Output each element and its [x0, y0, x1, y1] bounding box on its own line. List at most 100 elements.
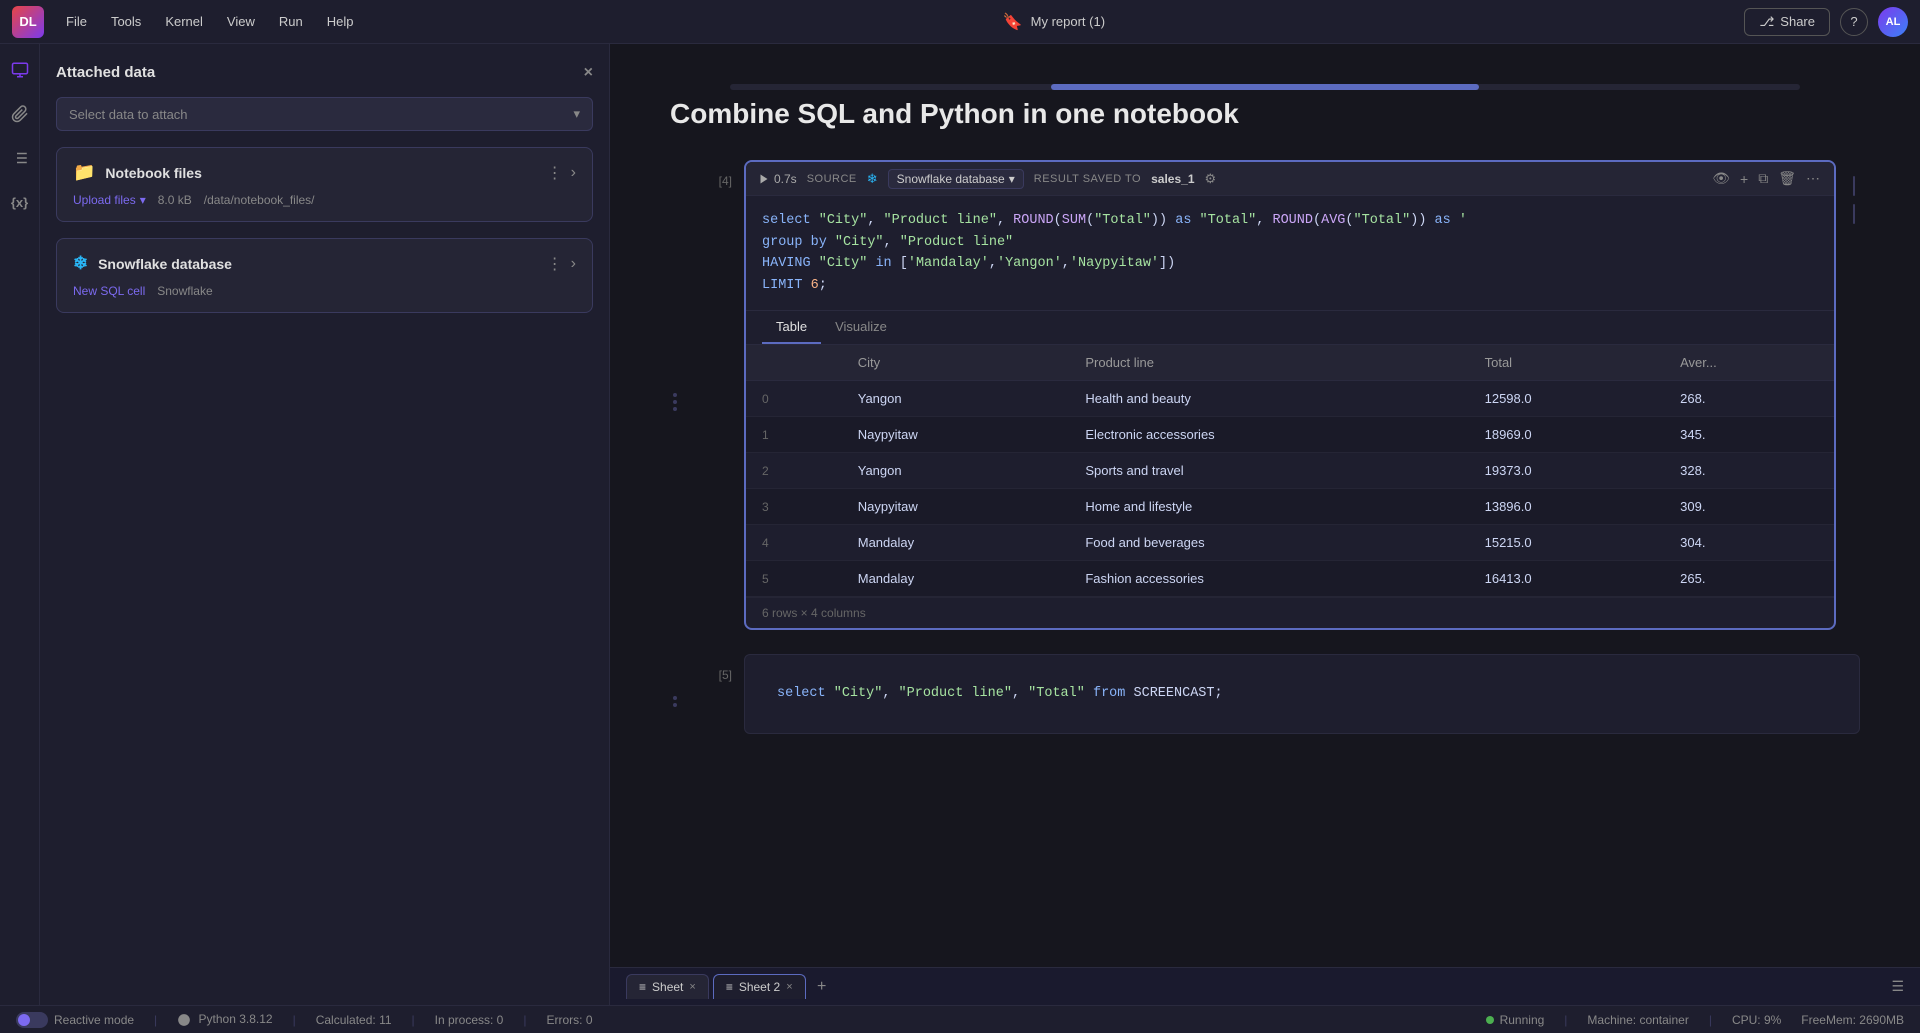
panel-close-button[interactable]: ×	[584, 65, 593, 81]
menubar: DL File Tools Kernel View Run Help 🔖 My …	[0, 0, 1920, 44]
row-num: 0	[746, 381, 842, 417]
panel-title: Attached data	[56, 64, 155, 81]
cell-aver: 304.	[1664, 525, 1834, 561]
tab-table[interactable]: Table	[762, 311, 821, 344]
reactive-mode-toggle[interactable]	[16, 1012, 48, 1028]
cell-city: Yangon	[842, 381, 1070, 417]
grip-dot	[673, 696, 677, 700]
status-right: Running | Machine: container | CPU: 9% F…	[1486, 1013, 1904, 1027]
grip-dot	[673, 400, 677, 404]
notebook-files-menu-button[interactable]: ⋮	[547, 163, 563, 183]
app-logo[interactable]: DL	[12, 6, 44, 38]
cell-5-code[interactable]: select "City", "Product line", "Total" f…	[761, 669, 1843, 719]
avatar[interactable]: AL	[1878, 7, 1908, 37]
delete-icon[interactable]: 🗑	[1776, 168, 1798, 189]
menu-kernel[interactable]: Kernel	[155, 10, 213, 33]
table-row: 1 Naypyitaw Electronic accessories 18969…	[746, 417, 1834, 453]
sidebar-data-icon[interactable]	[6, 56, 34, 84]
cell-5: [5] select "City", "Product line", "Tota…	[670, 654, 1860, 734]
plain-cell-5[interactable]: select "City", "Product line", "Total" f…	[744, 654, 1860, 734]
running-label: Running	[1500, 1013, 1545, 1027]
sidebar-paperclip-icon[interactable]	[6, 100, 34, 128]
table-row: 0 Yangon Health and beauty 12598.0 268.	[746, 381, 1834, 417]
sql-cell-4: 0.7s SOURCE ❄ Snowflake database ▾ RESUL…	[744, 160, 1836, 630]
tab-sheet-1[interactable]: ≡ Sheet ×	[626, 974, 709, 999]
menubar-right: ⎇ Share ? AL	[1744, 7, 1908, 37]
source-chip[interactable]: Snowflake database ▾	[888, 169, 1024, 189]
menu-help[interactable]: Help	[317, 10, 364, 33]
cell-4-code[interactable]: select "City", "Product line", ROUND(SUM…	[746, 196, 1834, 310]
snowflake-title: ❄ Snowflake database	[73, 253, 232, 274]
sheet-1-close-button[interactable]: ×	[689, 981, 695, 993]
upload-files-button[interactable]: Upload files ▾	[73, 193, 146, 207]
menu-file[interactable]: File	[56, 10, 97, 33]
snowflake-source: Snowflake	[157, 284, 212, 298]
snowflake-icon: ❄	[73, 253, 88, 274]
help-button[interactable]: ?	[1840, 8, 1868, 36]
copy-icon[interactable]: ⧉	[1756, 168, 1770, 189]
notebook-files-header: 📁 Notebook files ⋮ ›	[73, 162, 576, 183]
left-panel: Attached data × Select data to attach ▾ …	[40, 44, 610, 1005]
cell-4-toolbar: 0.7s SOURCE ❄ Snowflake database ▾ RESUL…	[746, 162, 1834, 196]
notebook-files-card: 📁 Notebook files ⋮ › Upload files ▾ 8.0 …	[56, 147, 593, 222]
file-size: 8.0 kB	[158, 193, 192, 207]
share-icon: ⎇	[1759, 14, 1774, 30]
status-bar: Reactive mode | Python 3.8.12 | Calculat…	[0, 1005, 1920, 1033]
new-sql-button[interactable]: New SQL cell	[73, 284, 145, 298]
run-button[interactable]: 0.7s	[758, 172, 797, 186]
toggle-knob	[18, 1014, 30, 1026]
cell-city: Mandalay	[842, 525, 1070, 561]
cell-city: Naypyitaw	[842, 417, 1070, 453]
cell-4-grip[interactable]	[670, 160, 680, 630]
row-num: 2	[746, 453, 842, 489]
share-button[interactable]: ⎇ Share	[1744, 8, 1830, 36]
cell-aver: 265.	[1664, 561, 1834, 597]
data-source-select[interactable]: Select data to attach ▾	[56, 97, 593, 131]
menu-run[interactable]: Run	[269, 10, 313, 33]
cell-5-grip[interactable]	[670, 654, 680, 734]
report-title: My report (1)	[1031, 14, 1105, 29]
cell-aver: 328.	[1664, 453, 1834, 489]
sheet-2-close-button[interactable]: ×	[786, 981, 792, 993]
cell-total: 13896.0	[1469, 489, 1665, 525]
menu-tools[interactable]: Tools	[101, 10, 151, 33]
horizontal-scrollbar[interactable]	[730, 84, 1800, 90]
cell-4-wrapper: [4] 0.7s SOURCE ❄	[670, 160, 1860, 630]
cell-product-line: Fashion accessories	[1069, 561, 1468, 597]
cell-aver: 345.	[1664, 417, 1834, 453]
folder-icon: 📁	[73, 162, 95, 183]
sidebar-variable-icon[interactable]: {x}	[6, 188, 34, 216]
cpu-label: CPU: 9%	[1732, 1013, 1781, 1027]
col-header-product-line: Product line	[1069, 345, 1468, 381]
sheets-menu-icon[interactable]: ☰	[1891, 978, 1904, 995]
cell-city: Naypyitaw	[842, 489, 1070, 525]
snowflake-meta: New SQL cell Snowflake	[73, 284, 576, 298]
sidebar-list-icon[interactable]	[6, 144, 34, 172]
grip-handle-top[interactable]	[1853, 176, 1855, 196]
add-sheet-button[interactable]: +	[810, 975, 834, 999]
cell-4-number: [4]	[692, 160, 732, 630]
result-name: sales_1	[1151, 172, 1194, 186]
snowflake-card: ❄ Snowflake database ⋮ › New SQL cell Sn…	[56, 238, 593, 313]
grip-handle-bottom[interactable]	[1853, 204, 1855, 224]
bottom-tabs: ≡ Sheet × ≡ Sheet 2 × + ☰	[610, 967, 1920, 1005]
tab-sheet-2[interactable]: ≡ Sheet 2 ×	[713, 974, 806, 999]
python-version: Python 3.8.12	[177, 1012, 272, 1027]
result-settings-icon[interactable]: ⚙	[1205, 171, 1217, 187]
in-process-count: In process: 0	[435, 1013, 504, 1027]
cell-product-line: Home and lifestyle	[1069, 489, 1468, 525]
eye-icon[interactable]: 👁	[1710, 168, 1732, 189]
tab-visualize[interactable]: Visualize	[821, 311, 901, 344]
sheet-2-icon: ≡	[726, 980, 733, 994]
more-icon[interactable]: ⋯	[1804, 168, 1822, 189]
menu-view[interactable]: View	[217, 10, 265, 33]
add-icon[interactable]: +	[1738, 169, 1750, 189]
notebook-area: Combine SQL and Python in one notebook […	[610, 44, 1920, 1005]
cell-toolbar-right: 👁 + ⧉ 🗑 ⋯	[1710, 168, 1822, 189]
snowflake-menu-button[interactable]: ⋮	[547, 254, 563, 274]
notebook-files-expand-button[interactable]: ›	[571, 164, 576, 182]
col-header-total: Total	[1469, 345, 1665, 381]
snowflake-expand-button[interactable]: ›	[571, 255, 576, 273]
cell-aver: 268.	[1664, 381, 1834, 417]
grip-dot	[673, 703, 677, 707]
